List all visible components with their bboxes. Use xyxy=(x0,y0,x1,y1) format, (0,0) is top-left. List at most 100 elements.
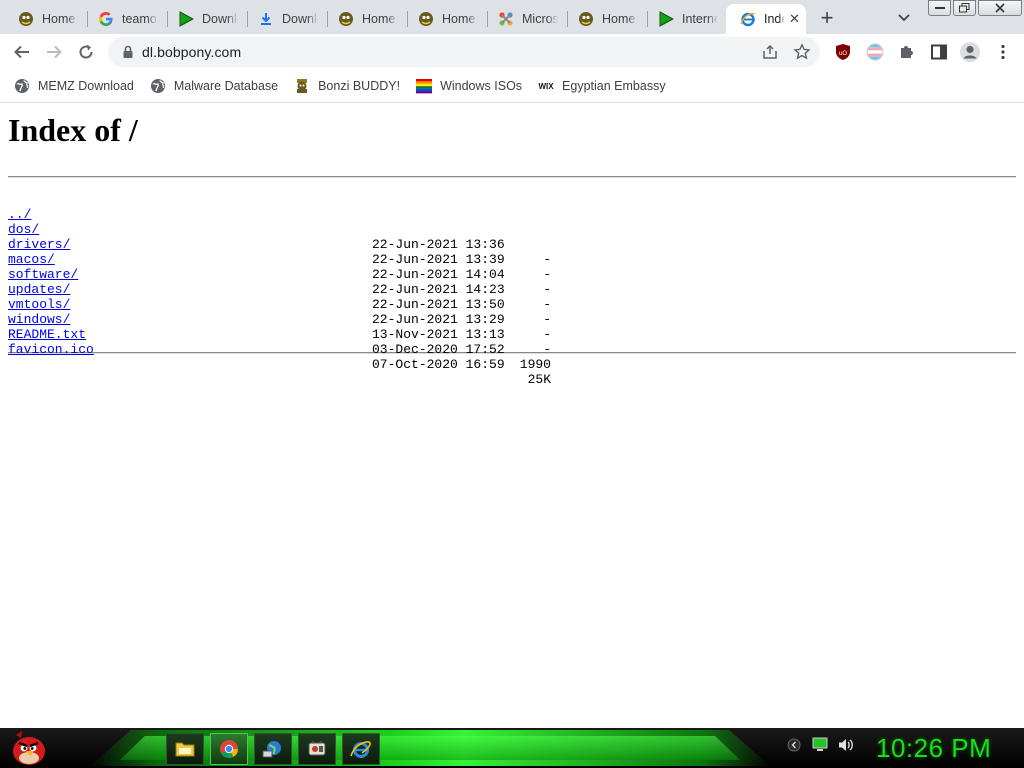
chevron-down-icon[interactable] xyxy=(893,8,915,28)
list-item: vmtools/ 22-Jun-2021 13:29 - xyxy=(8,282,1016,342)
system-tray xyxy=(785,736,855,754)
tab-title: Index xyxy=(764,12,786,26)
list-item: drivers/ 22-Jun-2021 13:39 - xyxy=(8,222,1016,282)
taskbar-media-app[interactable] xyxy=(298,733,336,765)
close-tab-icon[interactable]: ✕ xyxy=(789,11,800,27)
list-item: dos/ 22-Jun-2021 13:36 - xyxy=(8,207,1016,267)
taskbar-internet-explorer[interactable] xyxy=(342,733,380,765)
joomla-icon xyxy=(498,11,514,27)
url-text[interactable]: dl.bobpony.com xyxy=(142,44,241,60)
tab-9[interactable]: Internet xyxy=(644,4,724,34)
list-item: favicon.ico 07-Oct-2020 16:59 25K xyxy=(8,327,1016,387)
tab-title: Home Page xyxy=(602,12,638,26)
tab-title: Microsoft xyxy=(522,12,558,26)
directory-listing: ../ dos/ 22-Jun-2021 13:36 - drivers/ 22… xyxy=(8,192,1016,387)
start-button[interactable] xyxy=(8,729,50,767)
bookmark-label: Malware Database xyxy=(173,79,279,93)
address-bar[interactable]: dl.bobpony.com xyxy=(108,37,820,67)
angry-bird-icon xyxy=(13,731,45,765)
taskbar-chrome[interactable] xyxy=(210,733,248,765)
bonzi-icon xyxy=(294,78,310,94)
tab-title: Home Page xyxy=(362,12,398,26)
svg-text:WIX: WIX xyxy=(538,82,554,91)
bookmark-malware-database[interactable]: Malware Database xyxy=(150,72,286,100)
bookmark-label: Egyptian Embassy xyxy=(562,79,666,93)
forward-arrow-icon xyxy=(47,45,62,59)
tab-title: Home Page xyxy=(42,12,78,26)
globe-icon xyxy=(14,78,30,94)
tab-8[interactable]: Home Page xyxy=(564,4,644,34)
tab-4[interactable]: Download xyxy=(244,4,324,34)
tab-7[interactable]: Microsoft xyxy=(484,4,564,34)
browser-toolbar: dl.bobpony.com uO xyxy=(0,34,1024,70)
taskbar-network[interactable] xyxy=(254,733,292,765)
forward-button[interactable] xyxy=(40,38,68,66)
page-content: Index of / ../ dos/ 22-Jun-2021 13:36 - … xyxy=(0,104,1024,728)
bookmark-label: Bonzi BUDDY! xyxy=(318,79,401,93)
bookmark-egyptian-embassy[interactable]: WIX Egyptian Embassy xyxy=(538,72,674,100)
restore-button[interactable] xyxy=(953,0,976,16)
chrome-icon xyxy=(220,740,238,759)
download-icon xyxy=(258,11,274,27)
tab-title: Download xyxy=(202,12,238,26)
ie-icon xyxy=(740,11,756,27)
list-item: software/ 22-Jun-2021 14:23 - xyxy=(8,252,1016,312)
bonzi-icon xyxy=(338,11,354,27)
network-globe-icon xyxy=(262,741,281,758)
ublock-icon[interactable]: uO xyxy=(832,41,854,63)
tab-active[interactable]: Index ✕ xyxy=(726,4,806,34)
bookmark-star-icon[interactable] xyxy=(792,42,812,62)
entry-link[interactable]: favicon.ico xyxy=(8,342,94,357)
side-panel-icon[interactable] xyxy=(928,41,950,63)
close-window-button[interactable] xyxy=(978,0,1022,16)
profile-avatar-icon[interactable] xyxy=(959,41,981,63)
globe-icon xyxy=(150,78,166,94)
tab-3[interactable]: Download xyxy=(164,4,244,34)
bookmark-label: Windows ISOs xyxy=(440,79,523,93)
reload-button[interactable] xyxy=(72,38,100,66)
bonzi-icon xyxy=(18,11,34,27)
reload-icon xyxy=(79,44,93,59)
back-button[interactable] xyxy=(8,38,36,66)
tab-title: Internet xyxy=(682,12,718,26)
puzzle-extensions-icon[interactable] xyxy=(896,41,918,63)
tab-strip: Home Page teamos Download Download Home … xyxy=(0,0,1024,34)
list-item: windows/ 13-Nov-2021 13:13 - xyxy=(8,297,1016,357)
entry-date: 07-Oct-2020 16:59 xyxy=(372,357,505,372)
tab-6[interactable]: Home Page xyxy=(404,4,484,34)
taskbar-file-explorer[interactable] xyxy=(166,733,204,765)
list-item: macos/ 22-Jun-2021 14:04 - xyxy=(8,237,1016,297)
divider xyxy=(8,176,1016,178)
bonzi-icon xyxy=(578,11,594,27)
volume-icon[interactable] xyxy=(837,736,855,754)
list-item: updates/ 22-Jun-2021 13:50 - xyxy=(8,267,1016,327)
internet-explorer-icon xyxy=(350,741,371,758)
share-icon[interactable] xyxy=(760,42,780,62)
minimize-button[interactable] xyxy=(928,0,951,16)
tray-chevron-icon[interactable] xyxy=(785,736,803,754)
new-tab-button[interactable]: + xyxy=(814,5,840,30)
list-item: README.txt 03-Dec-2020 17:52 1990 xyxy=(8,312,1016,372)
tab-1[interactable]: Home Page xyxy=(4,4,84,34)
tab-title: Download xyxy=(282,12,318,26)
bookmark-windows-isos[interactable]: Windows ISOs xyxy=(416,72,530,100)
svg-text:uO: uO xyxy=(839,51,847,57)
file-explorer-icon xyxy=(175,742,195,757)
bookmark-memz[interactable]: MEMZ Download xyxy=(14,72,142,100)
lock-icon[interactable] xyxy=(120,44,136,60)
entry-date: 03-Dec-2020 17:52 xyxy=(372,342,505,357)
bookmark-bonzi-buddy[interactable]: Bonzi BUDDY! xyxy=(294,72,408,100)
tab-5[interactable]: Home Page xyxy=(324,4,404,34)
media-app-icon xyxy=(308,740,326,756)
page-title: Index of / xyxy=(8,112,138,148)
network-status-icon[interactable] xyxy=(811,736,829,754)
entry-size: 25K xyxy=(527,372,551,387)
bookmark-label: MEMZ Download xyxy=(38,79,134,93)
bookmarks-bar: MEMZ Download Malware Database Bonzi BUD… xyxy=(0,70,1024,103)
play-icon xyxy=(178,11,194,27)
trans-flag-extension-icon[interactable] xyxy=(864,41,886,63)
list-item: ../ xyxy=(8,192,1016,222)
taskbar-clock[interactable]: 10:26 PM xyxy=(876,733,991,764)
kebab-menu-icon[interactable] xyxy=(992,41,1014,63)
tab-2[interactable]: teamos xyxy=(84,4,164,34)
